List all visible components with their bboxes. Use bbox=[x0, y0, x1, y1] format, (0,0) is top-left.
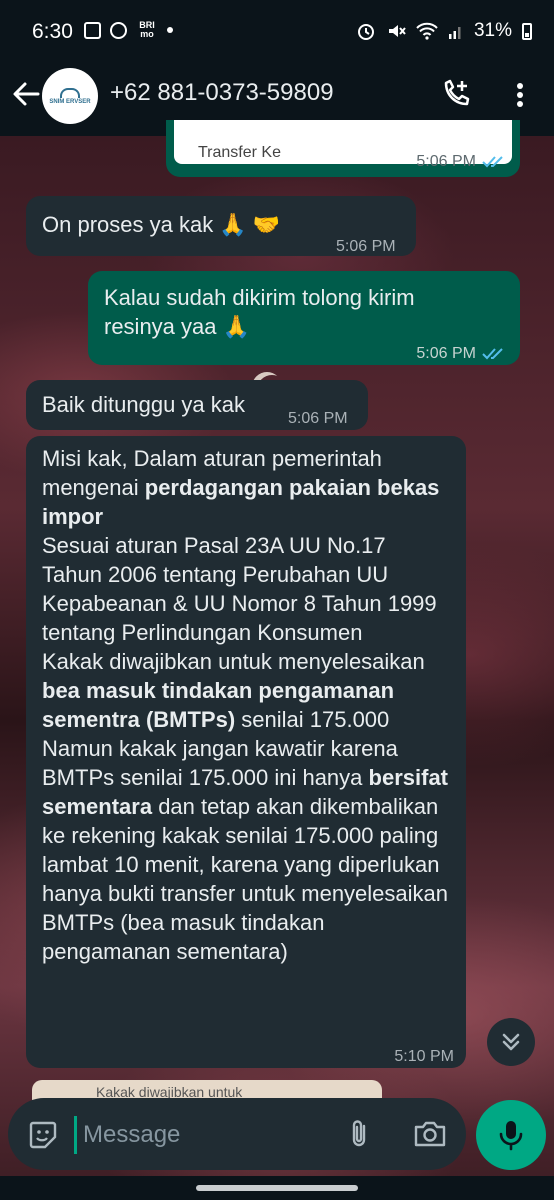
gallery-icon bbox=[84, 21, 101, 39]
message-meta: 5:06 PM bbox=[336, 232, 396, 261]
battery-percent: 31% bbox=[473, 20, 512, 41]
add-call-icon[interactable] bbox=[440, 78, 472, 110]
message-meta: 5:06 PM bbox=[288, 404, 348, 433]
emoji-sticker-icon[interactable] bbox=[28, 1120, 58, 1150]
message-text: Kalau sudah dikirim tolong kirim resinya… bbox=[104, 285, 415, 339]
message-text: Misi kak, Dalam aturan pemerintah mengen… bbox=[42, 444, 450, 966]
home-gesture-bar[interactable] bbox=[196, 1185, 358, 1191]
microphone-icon bbox=[499, 1121, 523, 1151]
status-bar: 6:30 BRI mo 31% bbox=[0, 0, 554, 64]
alarm-icon bbox=[357, 24, 374, 40]
message-incoming[interactable]: On proses ya kak 🙏 🤝 5:06 PM bbox=[26, 196, 416, 256]
message-input[interactable] bbox=[74, 1116, 335, 1154]
mute-icon bbox=[388, 25, 406, 37]
more-notifications-icon bbox=[167, 27, 173, 33]
message-time: 5:06 PM bbox=[416, 345, 476, 362]
camera-icon[interactable] bbox=[412, 1118, 448, 1150]
system-nav-bar bbox=[0, 1176, 554, 1200]
message-time: 5:10 PM bbox=[394, 1048, 454, 1065]
voice-message-button[interactable] bbox=[476, 1100, 546, 1170]
scroll-to-bottom-button[interactable] bbox=[487, 1018, 535, 1066]
message-text: Baik ditunggu ya kak bbox=[42, 392, 246, 417]
message-outgoing-transfer-card[interactable]: Transfer Ke 5:06 PM bbox=[166, 120, 520, 177]
avatar-brand-text: SNIM ERVSER bbox=[49, 98, 91, 105]
read-ticks-icon bbox=[482, 347, 503, 359]
notification-icons: BRI mo bbox=[84, 21, 173, 39]
message-preview-partial[interactable]: Kakak diwajibkan untuk bbox=[32, 1080, 382, 1100]
status-time: 6:30 bbox=[32, 20, 73, 43]
message-composer bbox=[8, 1098, 466, 1170]
double-chevron-down-icon bbox=[502, 1033, 520, 1051]
attach-paperclip-icon[interactable] bbox=[344, 1118, 374, 1150]
avatar[interactable]: SNIM ERVSER bbox=[42, 68, 98, 124]
wifi-icon bbox=[416, 22, 438, 40]
message-time: 5:06 PM bbox=[336, 238, 396, 255]
message-meta: 5:10 PM bbox=[394, 1042, 454, 1071]
text-part: Kakak diwajibkan untuk menyelesaikan bbox=[42, 649, 425, 674]
hanger-icon bbox=[60, 87, 80, 98]
read-ticks-icon bbox=[482, 155, 503, 167]
text-part: dan tetap akan dikembalikan ke rekening … bbox=[42, 794, 449, 964]
message-time: 5:06 PM bbox=[416, 153, 476, 170]
more-options-icon[interactable] bbox=[510, 80, 530, 110]
message-meta: 5:06 PM bbox=[416, 147, 506, 176]
message-outgoing[interactable]: Kalau sudah dikirim tolong kirim resinya… bbox=[88, 271, 520, 365]
text-part: Sesuai aturan Pasal 23A UU No.17 Tahun 2… bbox=[42, 533, 437, 645]
back-arrow-icon[interactable] bbox=[10, 78, 42, 110]
message-meta: 5:06 PM bbox=[416, 339, 506, 368]
contact-name[interactable]: +62 881-0373-59809 bbox=[110, 79, 334, 107]
bank-app-icon: BRI mo bbox=[139, 20, 155, 39]
message-text: On proses ya kak 🙏 🤝 bbox=[42, 212, 281, 237]
text-part: senilai 175.000 bbox=[235, 707, 390, 732]
signal-icon bbox=[448, 27, 461, 39]
message-time: 5:06 PM bbox=[288, 410, 348, 427]
battery-icon bbox=[522, 22, 532, 40]
text-part: Namun kakak jangan kawatir karena BMTPs … bbox=[42, 736, 398, 790]
app-notification-icon bbox=[110, 21, 127, 39]
system-icons: 31% bbox=[356, 20, 532, 42]
message-incoming-long[interactable]: Misi kak, Dalam aturan pemerintah mengen… bbox=[26, 436, 466, 1068]
transfer-card-label: Transfer Ke bbox=[198, 144, 281, 161]
message-incoming[interactable]: Baik ditunggu ya kak 5:06 PM bbox=[26, 380, 368, 430]
